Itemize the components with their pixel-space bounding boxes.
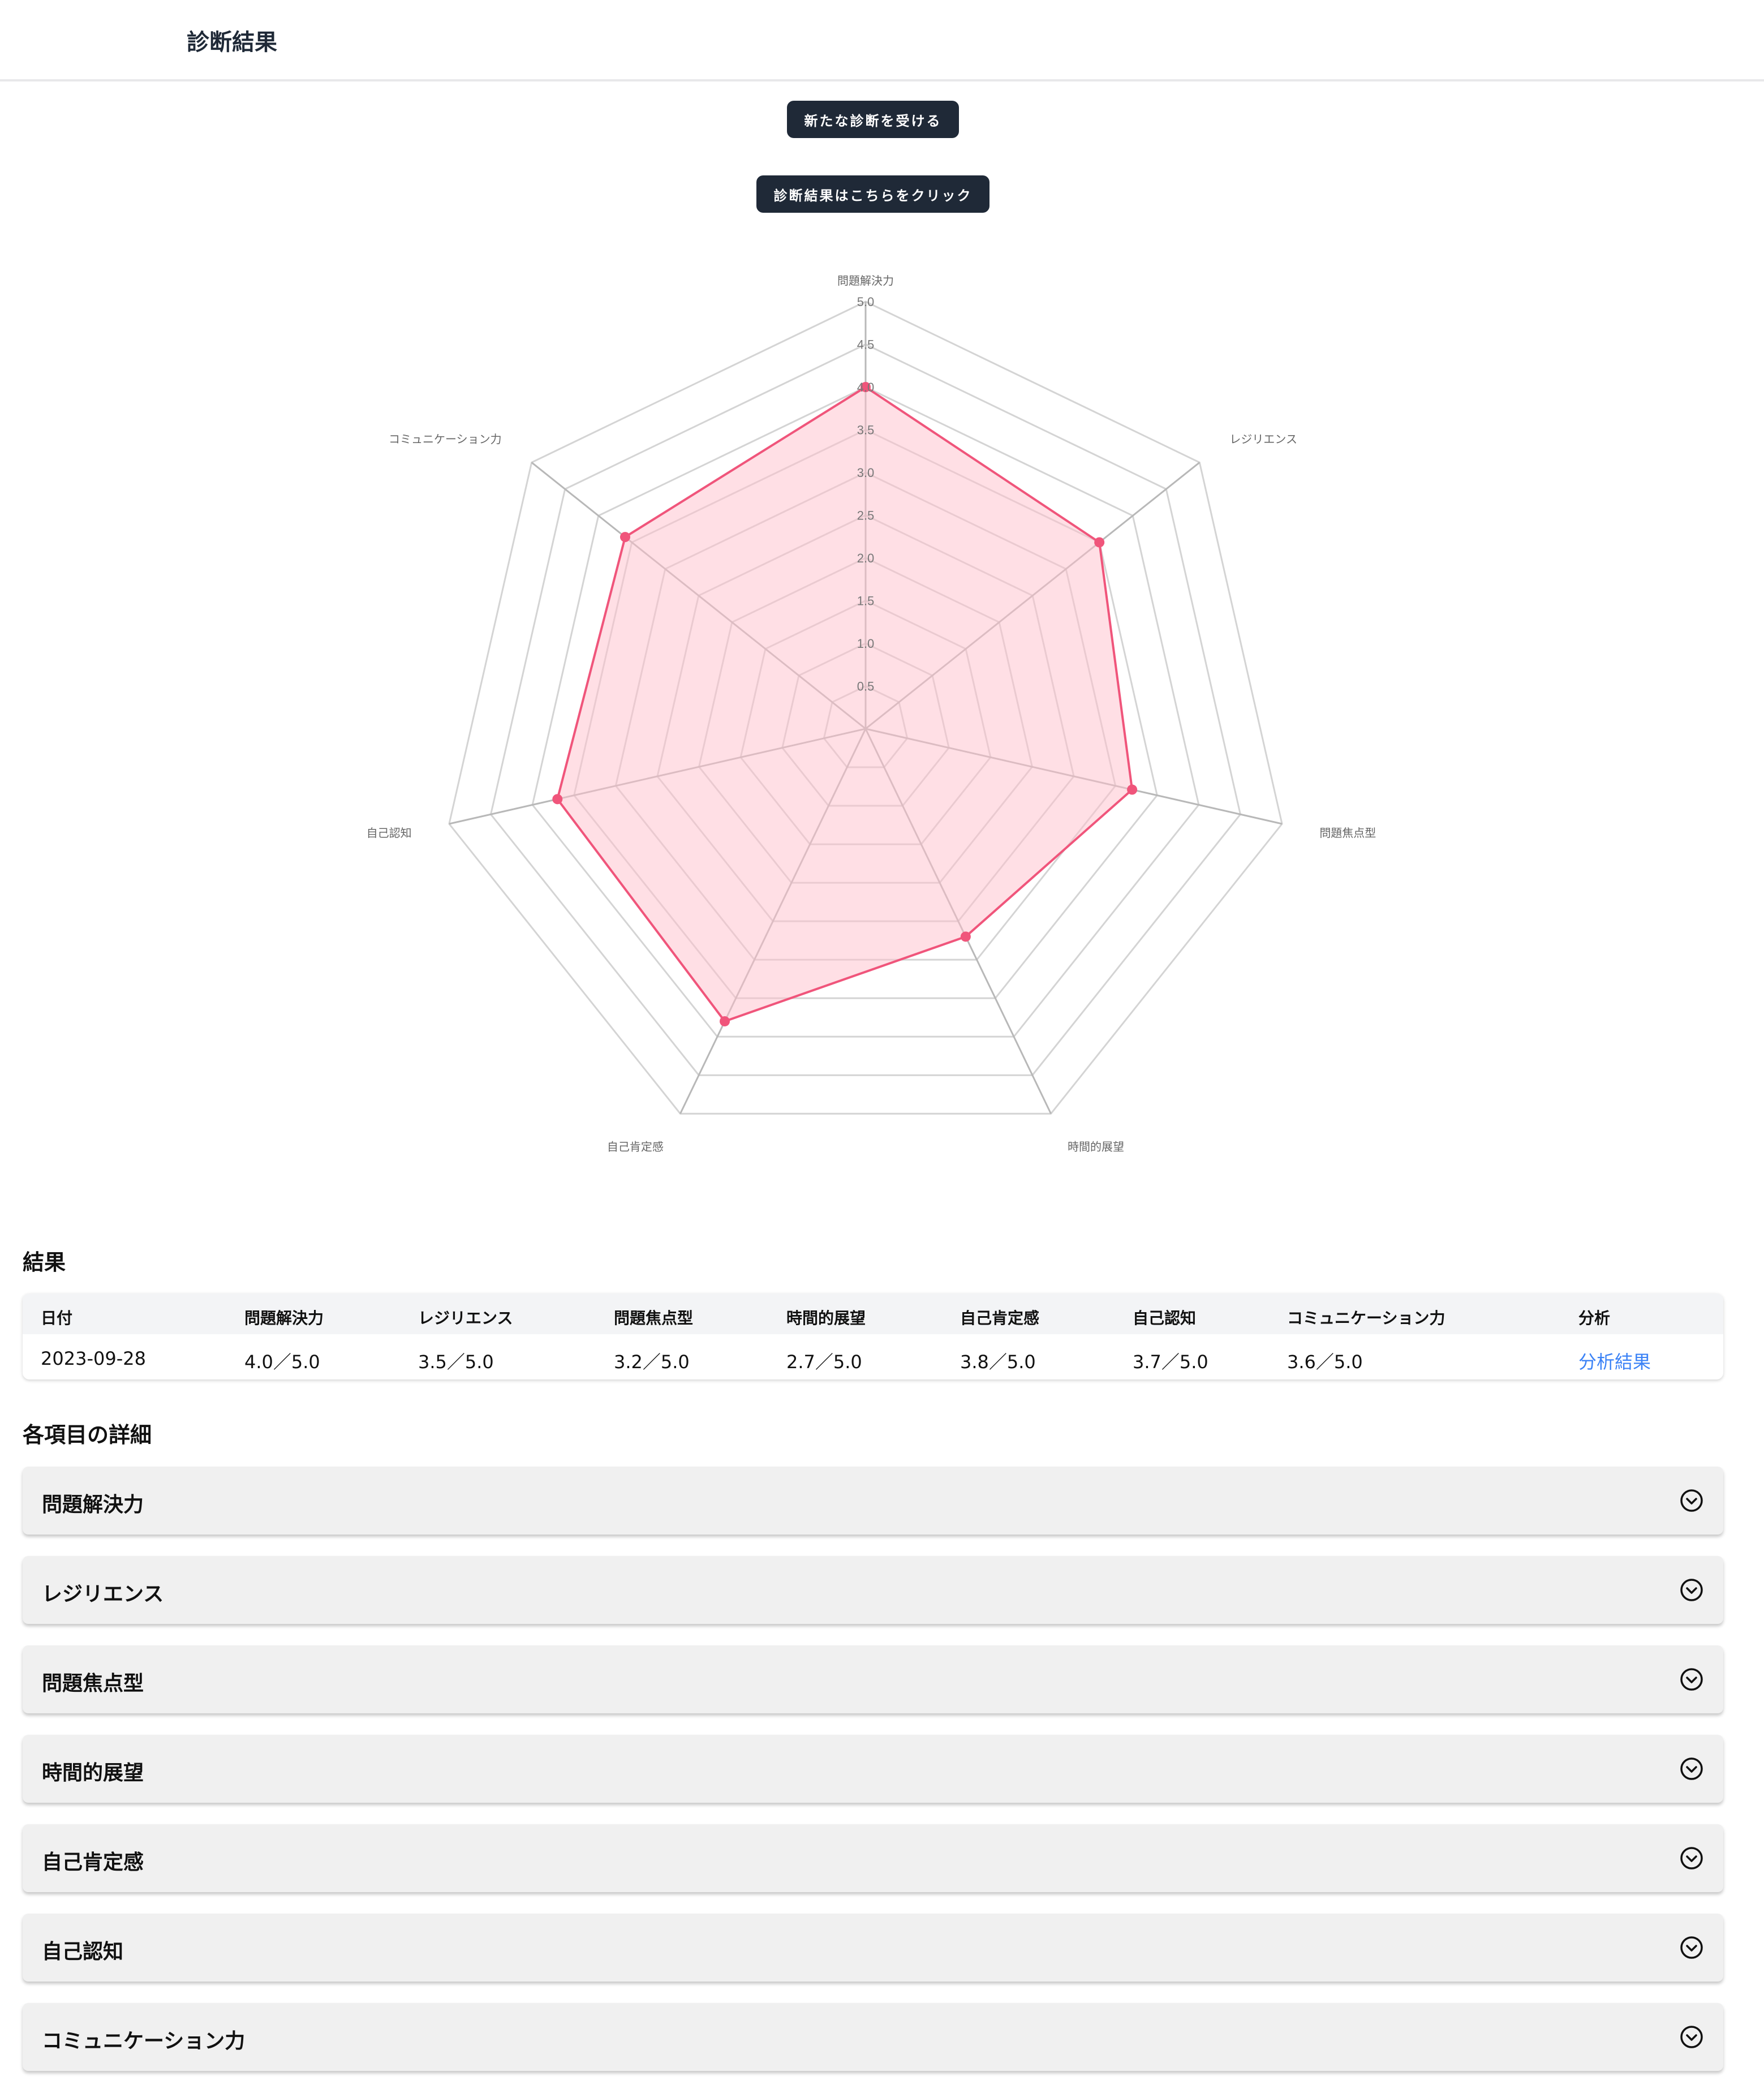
col-header-time-perspective: 時間的展望 xyxy=(786,1309,866,1327)
data-point xyxy=(1127,784,1138,795)
data-point xyxy=(1094,537,1105,548)
chevron-down-icon xyxy=(1680,1936,1703,1959)
chevron-down-icon xyxy=(1680,2026,1703,2048)
tick-label: 0.5 xyxy=(857,680,875,694)
accordion-label: 問題焦点型 xyxy=(42,1672,144,1695)
results-title: 結果 xyxy=(23,1250,66,1275)
new-diagnosis-button[interactable]: 新たな診断を受ける xyxy=(787,101,959,138)
chevron-down-icon xyxy=(1680,1579,1703,1601)
col-header-problem-solving: 問題解決力 xyxy=(244,1309,324,1327)
accordion-label: 自己認知 xyxy=(42,1940,124,1963)
cell-resilience: 3.5／5.0 xyxy=(418,1351,494,1373)
chevron-down-icon xyxy=(1680,1668,1703,1691)
chevron-down-icon xyxy=(1680,1489,1703,1512)
accordion-self-esteem[interactable]: 自己肯定感 xyxy=(23,1824,1723,1892)
analysis-link[interactable]: 分析結果 xyxy=(1578,1348,1651,1374)
accordion-resilience[interactable]: レジリエンス xyxy=(23,1556,1723,1624)
axis-label: 時間的展望 xyxy=(1068,1140,1124,1153)
chevron-down-icon xyxy=(1680,1757,1703,1780)
col-header-problem-focused: 問題焦点型 xyxy=(614,1309,694,1327)
results-table: 日付 問題解決力 レジリエンス 問題焦点型 時間的展望 自己肯定感 自己認知 コ… xyxy=(23,1293,1723,1379)
chevron-down-icon xyxy=(1680,1847,1703,1869)
axis-label: 自己肯定感 xyxy=(607,1140,664,1153)
app-header: 診断結果 xyxy=(0,0,1764,81)
accordion-problem-focused[interactable]: 問題焦点型 xyxy=(23,1645,1723,1713)
col-header-date: 日付 xyxy=(41,1309,73,1327)
data-point xyxy=(720,1016,730,1026)
cell-problem-focused: 3.2／5.0 xyxy=(614,1351,690,1373)
details-title: 各項目の詳細 xyxy=(23,1422,152,1447)
tick-label: 4.0 xyxy=(857,380,875,394)
axis-label: レジリエンス xyxy=(1229,432,1297,446)
accordion-problem-solving[interactable]: 問題解決力 xyxy=(23,1467,1723,1535)
results-table-header: 日付 問題解決力 レジリエンス 問題焦点型 時間的展望 自己肯定感 自己認知 コ… xyxy=(23,1293,1723,1334)
tick-label: 2.5 xyxy=(857,509,875,523)
col-header-resilience: レジリエンス xyxy=(418,1309,513,1327)
tick-label: 1.0 xyxy=(857,637,875,651)
col-header-self-esteem: 自己肯定感 xyxy=(960,1309,1040,1327)
accordion-communication[interactable]: コミュニケーション力 xyxy=(23,2003,1723,2071)
cell-communication: 3.6／5.0 xyxy=(1287,1351,1363,1373)
tick-label: 3.0 xyxy=(857,466,875,480)
tick-label: 2.0 xyxy=(857,551,875,565)
axis-label: 問題焦点型 xyxy=(1319,826,1376,840)
accordion-label: 時間的展望 xyxy=(42,1761,144,1785)
cell-problem-solving: 4.0／5.0 xyxy=(244,1351,320,1373)
axis-label: コミュニケーション力 xyxy=(389,432,502,446)
accordion-label: コミュニケーション力 xyxy=(42,2030,246,2053)
tick-label: 5.0 xyxy=(857,295,875,309)
page-title: 診断結果 xyxy=(187,29,277,55)
cell-date: 2023-09-28 xyxy=(41,1348,146,1369)
col-header-communication: コミュニケーション力 xyxy=(1287,1309,1445,1327)
accordion-label: レジリエンス xyxy=(42,1583,164,1606)
tick-label: 3.5 xyxy=(857,423,875,437)
cell-time-perspective: 2.7／5.0 xyxy=(786,1351,862,1373)
data-point xyxy=(960,931,971,942)
accordion-time-perspective[interactable]: 時間的展望 xyxy=(23,1735,1723,1803)
axis-label: 自己認知 xyxy=(367,826,412,840)
col-header-self-awareness: 自己認知 xyxy=(1133,1309,1197,1327)
col-header-analysis: 分析 xyxy=(1578,1309,1611,1327)
axis-label: 問題解決力 xyxy=(837,274,894,287)
data-point xyxy=(552,794,563,805)
tick-label: 4.5 xyxy=(857,338,875,352)
accordion-self-awareness[interactable]: 自己認知 xyxy=(23,1914,1723,1982)
radar-chart: 0.5 1.0 1.5 2.0 2.5 3.0 3.5 4.0 4.5 5.0 問題解決力レジリエン… xyxy=(367,274,1376,1153)
data-area xyxy=(556,385,1134,1023)
tick-label: 1.5 xyxy=(857,594,875,608)
accordion-label: 問題解決力 xyxy=(42,1493,144,1516)
accordion-label: 自己肯定感 xyxy=(42,1851,144,1874)
cell-self-esteem: 3.8／5.0 xyxy=(960,1351,1036,1373)
cell-self-awareness: 3.7／5.0 xyxy=(1133,1351,1208,1373)
view-results-button[interactable]: 診断結果はこちらをクリック xyxy=(756,175,989,213)
data-point xyxy=(619,532,630,543)
